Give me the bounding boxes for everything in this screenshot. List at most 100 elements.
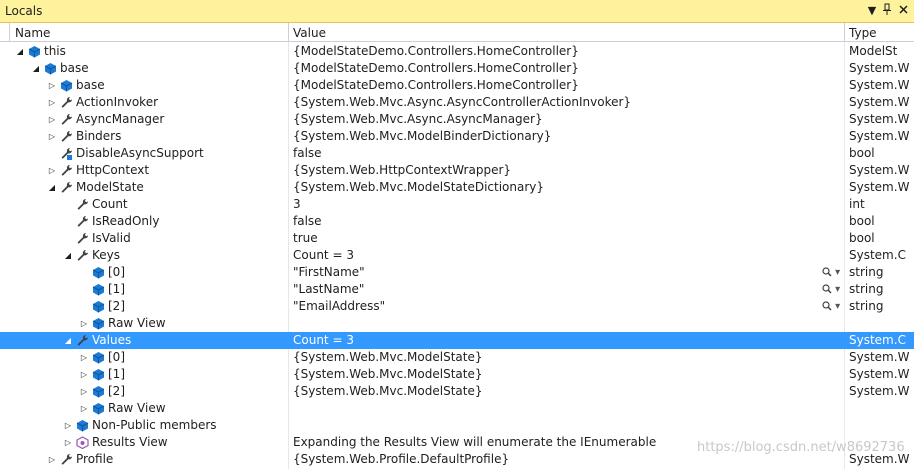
row-value[interactable]: {ModelStateDemo.Controllers.HomeControll… <box>293 60 821 77</box>
row-type: System.W <box>849 163 910 177</box>
row-value[interactable]: {System.Web.Mvc.ModelBinderDictionary} <box>293 128 821 145</box>
row-value[interactable]: Count = 3 <box>293 247 821 264</box>
tree-row[interactable]: DisableAsyncSupport false bool <box>0 145 914 162</box>
row-value[interactable]: {System.Web.Mvc.ModelState} <box>293 366 821 383</box>
row-value[interactable]: true <box>293 230 821 247</box>
collapse-arrow-icon[interactable]: ◢ <box>47 179 57 196</box>
row-type: System.W <box>849 384 910 398</box>
row-value[interactable] <box>293 400 821 417</box>
tree-row[interactable]: ◢ Values Count = 3 System.C <box>0 332 914 349</box>
tree-row[interactable]: ◢ Keys Count = 3 System.C <box>0 247 914 264</box>
row-type: System.W <box>849 61 910 75</box>
expand-arrow-icon[interactable]: ▷ <box>47 128 57 145</box>
tree-row[interactable]: ▷ Raw View <box>0 400 914 417</box>
expand-arrow-icon[interactable]: ▷ <box>79 400 89 417</box>
row-value[interactable]: 3 <box>293 196 821 213</box>
tree-row[interactable]: ▷ HttpContext {System.Web.HttpContextWrapp… <box>0 162 914 179</box>
column-header-name[interactable]: Name <box>15 26 50 40</box>
header-separator[interactable] <box>288 23 289 42</box>
collapse-arrow-icon[interactable]: ◢ <box>63 332 73 349</box>
row-value[interactable]: {ModelStateDemo.Controllers.HomeControll… <box>293 77 821 94</box>
row-type: System.W <box>849 129 910 143</box>
expand-arrow-icon[interactable]: ▷ <box>47 111 57 128</box>
tree-row[interactable]: ▷ Binders {System.Web.Mvc.ModelBinderDicti… <box>0 128 914 145</box>
expand-arrow-icon[interactable]: ▷ <box>47 94 57 111</box>
tree-row[interactable]: ▷ Raw View <box>0 315 914 332</box>
row-type: System.W <box>849 367 910 381</box>
tree-row[interactable]: Count 3 int <box>0 196 914 213</box>
expand-arrow-icon[interactable]: ▷ <box>79 383 89 400</box>
row-value[interactable]: {System.Web.Mvc.Async.AsyncManager} <box>293 111 821 128</box>
row-value[interactable]: false <box>293 145 821 162</box>
row-name: IsReadOnly <box>92 214 160 228</box>
tree-row[interactable]: ▷ base {ModelStateDemo.Controllers.HomeCon… <box>0 77 914 94</box>
column-header-type[interactable]: Type <box>849 26 877 40</box>
tree-row[interactable]: ◢ this {ModelStateDemo.Controllers.HomeCon… <box>0 43 914 60</box>
row-value[interactable]: {System.Web.Mvc.ModelStateDictionary} <box>293 179 821 196</box>
row-value[interactable]: {System.Web.Mvc.Async.AsyncControllerAct… <box>293 94 821 111</box>
row-name: Non-Public members <box>92 418 217 432</box>
expand-arrow-icon[interactable]: ▷ <box>47 451 57 468</box>
expand-arrow-icon[interactable]: ▷ <box>47 77 57 94</box>
expand-arrow-icon[interactable]: ▷ <box>63 434 73 451</box>
expand-arrow-icon[interactable]: ▷ <box>79 315 89 332</box>
column-header-row: Name Value Type <box>0 23 914 42</box>
expand-arrow-icon[interactable]: ▷ <box>63 417 73 434</box>
collapse-arrow-icon[interactable]: ◢ <box>31 60 41 77</box>
row-value[interactable]: {System.Web.Mvc.ModelState} <box>293 383 821 400</box>
tree-row[interactable]: IsValid true bool <box>0 230 914 247</box>
row-value[interactable]: "LastName" <box>293 281 821 298</box>
row-value[interactable] <box>293 417 821 434</box>
wrench-icon <box>76 215 89 228</box>
row-value[interactable]: "FirstName" <box>293 264 821 281</box>
row-type: bool <box>849 214 875 228</box>
row-value[interactable]: false <box>293 213 821 230</box>
column-header-value[interactable]: Value <box>293 26 326 40</box>
object-icon <box>28 45 41 58</box>
text-visualizer-icon[interactable]: ▾ <box>822 298 846 315</box>
tree-row[interactable]: ◢ ModelState {System.Web.Mvc.ModelStateDic… <box>0 179 914 196</box>
row-type: ModelSt <box>849 44 898 58</box>
row-value[interactable]: Count = 3 <box>293 332 821 349</box>
row-value[interactable]: {ModelStateDemo.Controllers.HomeControll… <box>293 43 821 60</box>
expand-arrow-icon[interactable]: ▷ <box>47 162 57 179</box>
tree-row[interactable]: [0] "FirstName" ▾ string <box>0 264 914 281</box>
row-type: string <box>849 265 884 279</box>
tree-row[interactable]: [1] "LastName" ▾ string <box>0 281 914 298</box>
tree-row[interactable]: ▷ AsyncManager {System.Web.Mvc.Async.Async… <box>0 111 914 128</box>
text-visualizer-icon[interactable]: ▾ <box>822 281 846 298</box>
close-button[interactable] <box>896 3 910 18</box>
row-name: [0] <box>108 350 125 364</box>
row-name: ModelState <box>76 180 144 194</box>
close-icon <box>898 5 908 14</box>
tree-row[interactable]: IsReadOnly false bool <box>0 213 914 230</box>
tree-row[interactable]: [2] "EmailAddress" ▾ string <box>0 298 914 315</box>
expand-arrow-icon[interactable]: ▷ <box>79 349 89 366</box>
row-type: string <box>849 299 884 313</box>
row-type: string <box>849 282 884 296</box>
row-type: bool <box>849 231 875 245</box>
tree-row[interactable]: ◢ base {ModelStateDemo.Controllers.HomeCon… <box>0 60 914 77</box>
header-separator[interactable] <box>844 23 845 42</box>
row-value[interactable]: "EmailAddress" <box>293 298 821 315</box>
collapse-arrow-icon[interactable]: ◢ <box>63 247 73 264</box>
row-name: [2] <box>108 299 125 313</box>
object-icon <box>92 385 105 398</box>
header-separator[interactable] <box>9 23 10 42</box>
pin-button[interactable] <box>880 3 894 18</box>
row-type <box>849 315 911 332</box>
text-visualizer-icon[interactable]: ▾ <box>822 264 846 281</box>
row-value[interactable]: {System.Web.Mvc.ModelState} <box>293 349 821 366</box>
expand-arrow-icon[interactable]: ▷ <box>79 366 89 383</box>
tree-row[interactable]: ▷ ActionInvoker {System.Web.Mvc.Async.Asyn… <box>0 94 914 111</box>
row-value[interactable] <box>293 315 821 332</box>
tree-row[interactable]: ▷ [0] {System.Web.Mvc.ModelState} System.W <box>0 349 914 366</box>
row-name: Binders <box>76 129 122 143</box>
tree-row[interactable]: ▷ [2] {System.Web.Mvc.ModelState} System.W <box>0 383 914 400</box>
row-value[interactable]: {System.Web.HttpContextWrapper} <box>293 162 821 179</box>
window-dropdown-button[interactable]: ▼ <box>865 3 879 18</box>
tree-row[interactable]: ▷ Non-Public members <box>0 417 914 434</box>
collapse-arrow-icon[interactable]: ◢ <box>15 43 25 60</box>
locals-titlebar: Locals ▼ <box>0 0 914 23</box>
tree-row[interactable]: ▷ [1] {System.Web.Mvc.ModelState} System.W <box>0 366 914 383</box>
